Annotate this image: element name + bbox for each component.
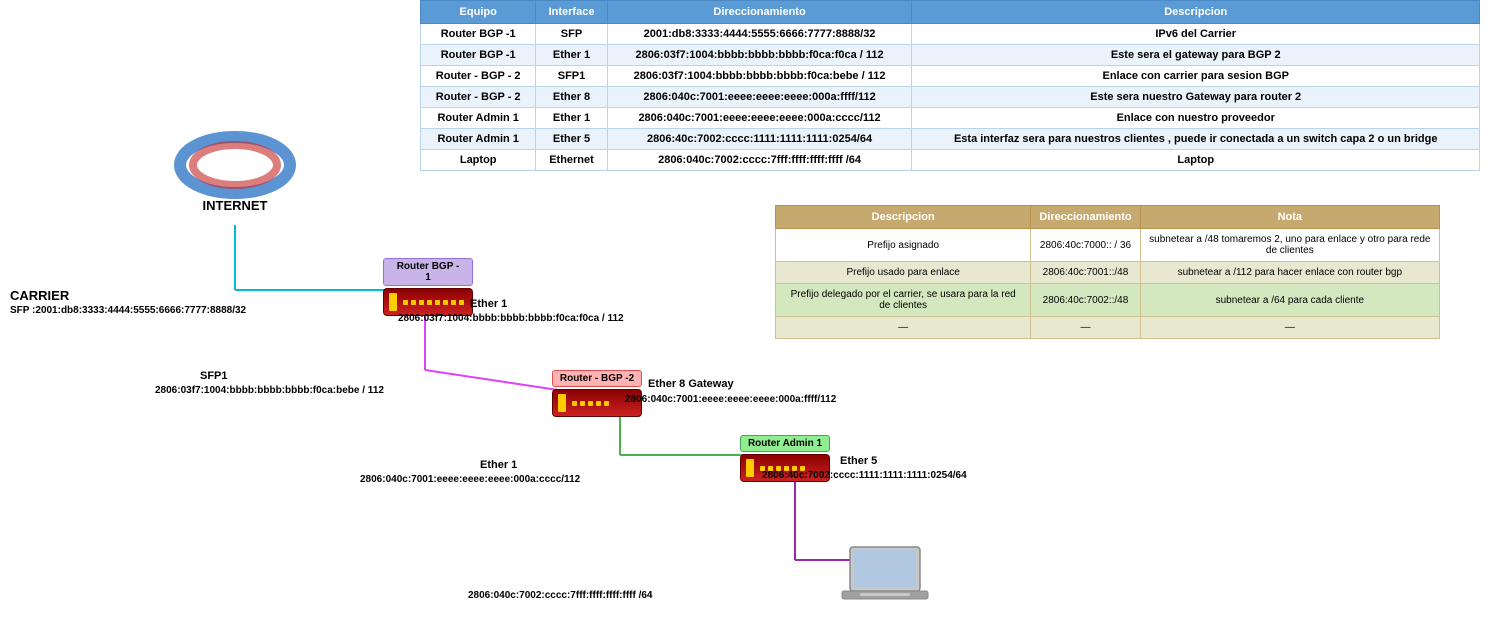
ether1-admin1-addr: 2806:040c:7001:eeee:eeee:eeee:000a:cccc/… [360, 474, 580, 485]
router-ports [571, 400, 610, 407]
router-ports [402, 299, 465, 306]
ether5-admin1-addr: 2806:40c:7002:cccc:1111:1111:1111:0254/6… [762, 470, 967, 481]
port [604, 401, 609, 406]
router-strip [746, 459, 754, 477]
sfp1-label: SFP1 [200, 370, 228, 382]
router-bgp1-device [383, 288, 473, 316]
ether1-bgp1-label: Ether 1 [470, 298, 507, 310]
port [451, 300, 456, 305]
carrier-label: CARRIER [10, 288, 69, 303]
ether1-bgp1-addr: 2806:03f7:1004:bbbb:bbbb:bbbb:f0ca:f0ca … [398, 313, 624, 324]
laptop-addr: 2806:040c:7002:cccc:7fff:ffff:ffff:ffff … [468, 590, 653, 601]
router-strip [558, 394, 566, 412]
ether8-addr: 2806:040c:7001:eeee:eeee:eeee:000a:ffff/… [625, 394, 836, 405]
ether1-admin1-label: Ether 1 [480, 459, 517, 471]
port [580, 401, 585, 406]
laptop [840, 545, 930, 613]
port [588, 401, 593, 406]
diagram: INTERNET CARRIER SFP :2001:db8:3333:4444… [0, 0, 1500, 622]
carrier-sfp-label: SFP :2001:db8:3333:4444:5555:6666:7777:8… [10, 305, 246, 316]
cloud-svg [165, 130, 305, 200]
internet-label: INTERNET [165, 198, 305, 213]
port [403, 300, 408, 305]
router-bgp1-label: Router BGP -1 [383, 258, 473, 286]
port [411, 300, 416, 305]
port [459, 300, 464, 305]
ether8-label: Ether 8 Gateway [648, 378, 734, 390]
internet-cloud: INTERNET [165, 130, 305, 220]
router-admin1-label: Router Admin 1 [740, 435, 830, 452]
ether5-admin1-label: Ether 5 [840, 455, 877, 467]
sfp1-addr: 2806:03f7:1004:bbbb:bbbb:bbbb:f0ca:bebe … [155, 385, 384, 396]
router-strip [389, 293, 397, 311]
router-bgp2-label: Router - BGP -2 [552, 370, 642, 387]
port [427, 300, 432, 305]
laptop-svg [840, 545, 930, 610]
port [572, 401, 577, 406]
router-bgp1: Router BGP -1 [383, 258, 473, 316]
port [596, 401, 601, 406]
port [443, 300, 448, 305]
port [419, 300, 424, 305]
port [435, 300, 440, 305]
